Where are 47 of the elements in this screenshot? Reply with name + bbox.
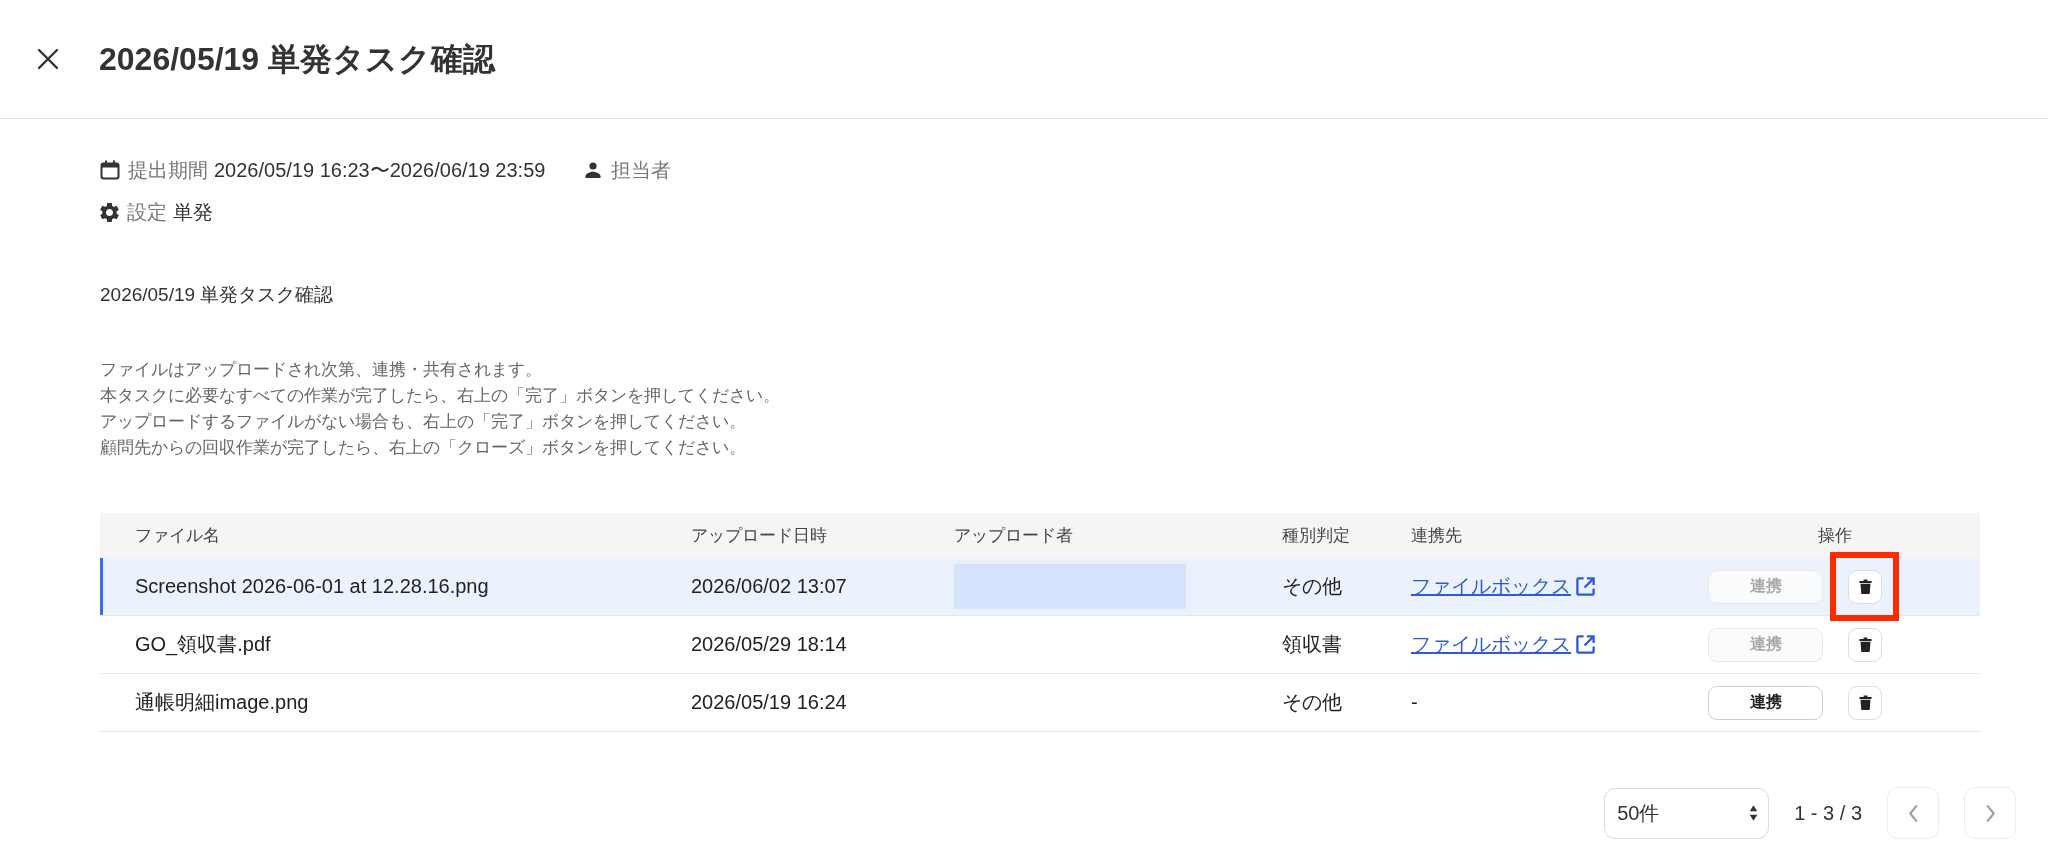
file-box-link[interactable]: ファイルボックス xyxy=(1411,631,1596,658)
trash-icon xyxy=(1858,695,1872,710)
destination-cell: - xyxy=(1411,691,1418,714)
column-header: アップロード日時 xyxy=(691,525,827,547)
meta-label: 提出期間 xyxy=(128,158,208,183)
file-name-cell-text: 通帳明細image.png xyxy=(135,690,309,715)
file-name-cell: Screenshot 2026-06-01 at 12.28.16.png xyxy=(135,575,489,598)
page-size-select[interactable]: 50件 xyxy=(1604,787,1770,839)
delete-button[interactable] xyxy=(1848,685,1882,720)
meta-value: 2026/05/19 16:23〜2026/06/19 23:59 xyxy=(214,158,546,183)
chevron-right-icon xyxy=(1984,803,1996,823)
sort-arrows-icon xyxy=(1749,804,1759,822)
upload-time-cell: 2026/05/19 16:24 xyxy=(691,691,847,714)
instruction-text: 顧問先からの回収作業が完了したら、右上の「クローズ」ボタンを押してください。 xyxy=(100,437,746,459)
delete-button[interactable] xyxy=(1848,627,1882,662)
instruction-text: アップロードするファイルがない場合も、右上の「完了」ボタンを押してください。 xyxy=(100,411,746,433)
external-link-icon xyxy=(1575,576,1596,597)
upload-time-cell: 2026/06/02 13:07 xyxy=(691,575,847,598)
page-title: 2026/05/19 単発タスク確認 xyxy=(99,40,496,79)
file-box-link[interactable]: ファイルボックス xyxy=(1411,573,1596,600)
gear-icon xyxy=(100,202,119,222)
file-name-cell-text: GO_領収書.pdf xyxy=(135,632,271,658)
meta-label: 担当者 xyxy=(611,158,672,183)
sync-button[interactable]: 連携 xyxy=(1708,685,1823,720)
trash-icon xyxy=(1858,579,1872,594)
meta-value: 単発 xyxy=(173,200,213,225)
instruction-text: ファイルはアップロードされ次第、連携・共有されます。 xyxy=(100,359,542,381)
category-cell-text: その他 xyxy=(1282,690,1342,715)
column-header: ファイル名 xyxy=(135,525,220,547)
close-icon[interactable] xyxy=(37,48,59,70)
column-header: アップロード者 xyxy=(954,525,1073,547)
trash-icon xyxy=(1858,637,1872,652)
instruction-text: 本タスクに必要なすべての作業が完了したら、右上の「完了」ボタンを押してください。 xyxy=(100,385,780,407)
upload-time-cell: 2026/05/29 18:14 xyxy=(691,633,847,656)
column-header: 種別判定 xyxy=(1282,525,1350,547)
column-header: 操作 xyxy=(1818,525,1852,547)
person-icon xyxy=(585,162,602,178)
category-cell-text: 領収書 xyxy=(1282,632,1342,657)
meta-label: 設定 xyxy=(127,200,167,225)
external-link-icon xyxy=(1575,634,1596,655)
chevron-left-icon xyxy=(1907,803,1919,823)
description-title: 2026/05/19 単発タスク確認 xyxy=(100,283,334,307)
delete-button[interactable] xyxy=(1848,569,1882,604)
page-range: 1 - 3 / 3 xyxy=(1794,801,1862,825)
column-header: 連携先 xyxy=(1411,525,1462,547)
category-cell-text: その他 xyxy=(1282,574,1342,599)
calendar-icon xyxy=(100,160,120,180)
